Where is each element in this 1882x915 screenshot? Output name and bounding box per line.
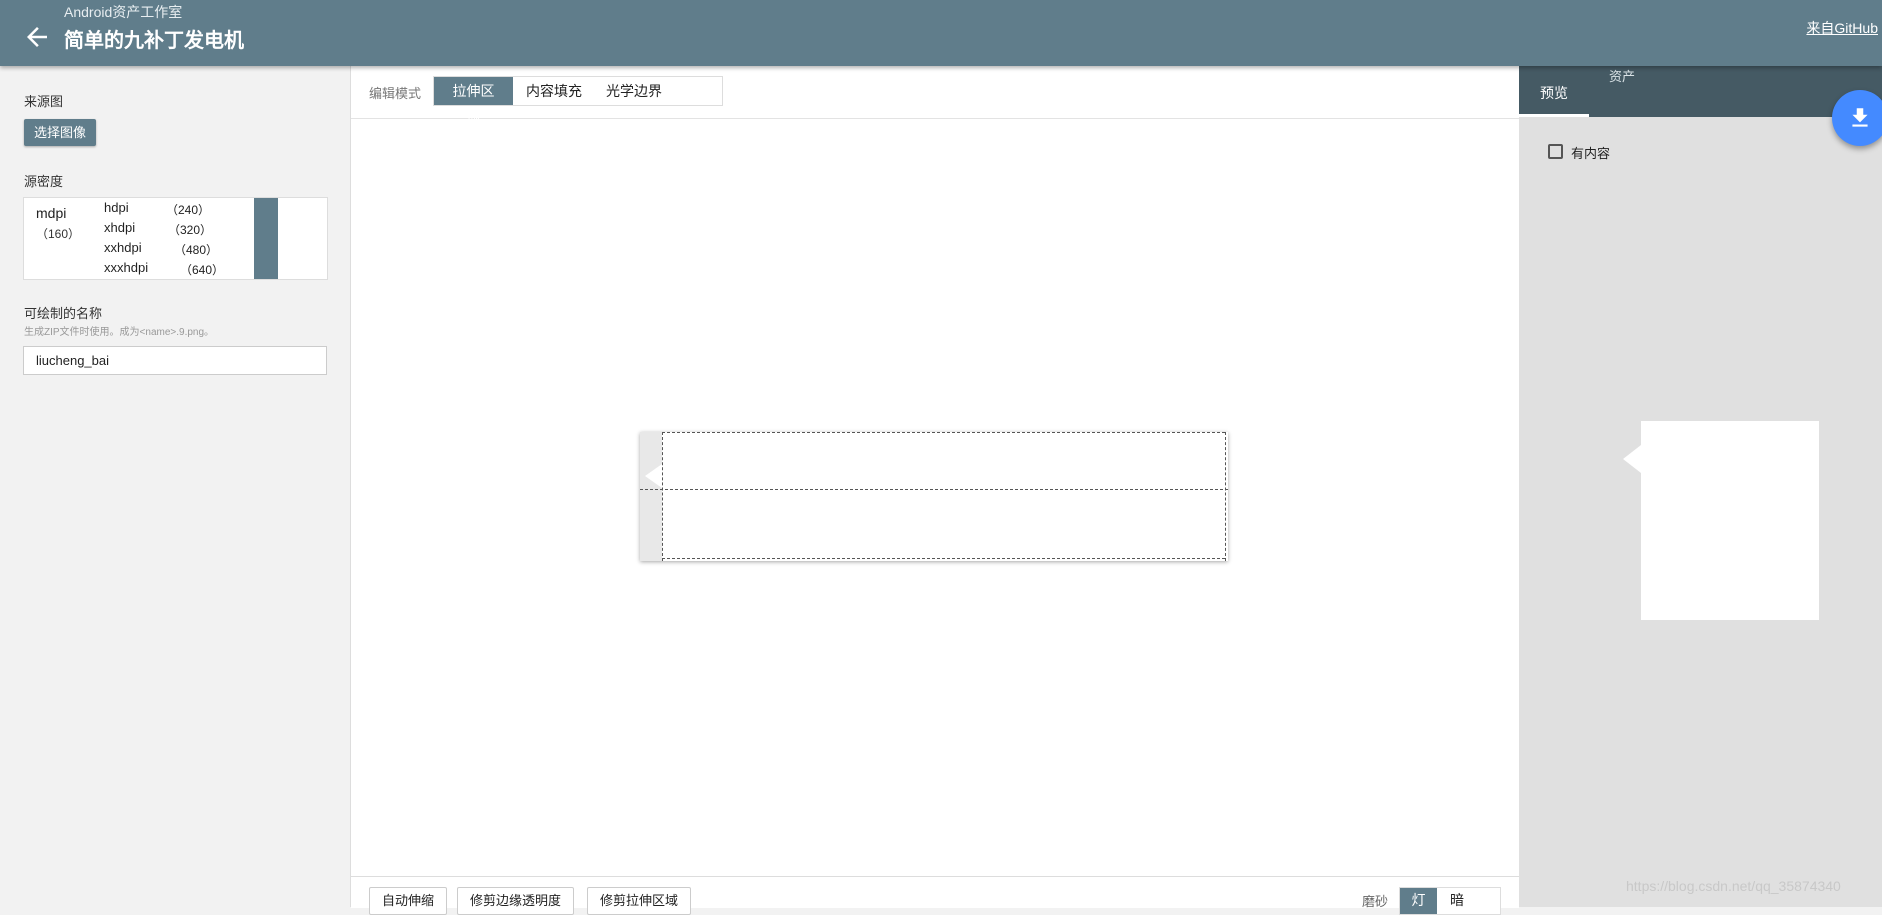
theme-light-option[interactable]: 灯 <box>1400 888 1437 914</box>
auto-stretch-button[interactable]: 自动伸缩 <box>369 887 448 915</box>
watermark: https://blog.csdn.net/qq_35874340 <box>1626 878 1841 894</box>
stretch-guide-horizontal-middle[interactable] <box>640 489 1228 490</box>
tab-assets-label: 资产 <box>1609 69 1636 84</box>
edit-mode-toggle: 拉伸区域 内容填充 光学边界 <box>433 76 723 127</box>
density-name: xxhdpi <box>104 240 142 255</box>
back-button[interactable] <box>22 22 52 52</box>
preview-tabs: 预览 资产 <box>1519 66 1882 117</box>
choose-image-button[interactable]: 选择图像 <box>24 119 97 146</box>
editor-bottom-bar: 自动伸缩 修剪边缘透明度 修剪拉伸区域 磨砂 灯 暗 <box>351 876 1519 915</box>
trim-stretch-region-button[interactable]: 修剪拉伸区域 <box>587 887 692 915</box>
density-option-xhdpi[interactable]: xhdpi （320） <box>104 218 254 238</box>
source-label: 来源图 <box>24 94 64 109</box>
theme-toggle: 灯 暗 <box>1399 887 1501 915</box>
tab-preview[interactable]: 预览 <box>1519 66 1589 117</box>
density-name: hdpi <box>104 200 129 215</box>
ninepatch-canvas[interactable] <box>640 432 1228 561</box>
density-selector[interactable]: mdpi （160） hdpi （240） xhdpi （320） xxhdpi… <box>23 197 328 280</box>
density-name: mdpi <box>36 205 67 221</box>
app-bar: Android资产工作室 简单的九补丁发电机 来自GitHub <box>0 0 1882 66</box>
density-value: （320） <box>168 223 213 237</box>
trim-edge-transparency-button[interactable]: 修剪边缘透明度 <box>457 887 575 915</box>
drawable-name-hint: 生成ZIP文件时使用。成为<name>.9.png。 <box>24 327 215 338</box>
preview-notch <box>1623 445 1641 473</box>
editor-toolbar: 编辑模式 拉伸区域 内容填充 光学边界 <box>351 66 1519 127</box>
drawable-name-label: 可绘制的名称 <box>24 306 103 321</box>
ninepatch-preview <box>1623 421 1819 620</box>
download-icon <box>1852 108 1868 127</box>
drawable-name-input[interactable] <box>23 346 327 375</box>
tab-preview-label: 预览 <box>1540 85 1568 101</box>
density-scrollbar[interactable] <box>254 198 278 279</box>
stretch-guide-horizontal-bottom[interactable] <box>662 558 1225 559</box>
density-value: （640） <box>180 263 225 277</box>
arrow-left-icon <box>27 27 47 47</box>
preview-panel: 预览 资产 有内容 <box>1519 66 1882 907</box>
has-content-checkbox[interactable] <box>1548 144 1563 159</box>
settings-sidebar: 来源图 选择图像 源密度 mdpi （160） hdpi （240） xhdpi… <box>0 66 351 907</box>
stretch-guide-vertical-right[interactable] <box>1225 432 1226 561</box>
stretch-guide-horizontal-top[interactable] <box>662 432 1225 433</box>
density-option-xxhdpi[interactable]: xxhdpi （480） <box>104 238 254 258</box>
tab-assets[interactable]: 资产 <box>1599 66 1669 117</box>
density-value: （480） <box>174 243 219 257</box>
app-subtitle: Android资产工作室 <box>64 4 183 20</box>
density-list: hdpi （240） xhdpi （320） xxhdpi （480） xxxh… <box>104 198 254 278</box>
density-value: （240） <box>166 203 211 217</box>
density-value: （160） <box>36 227 81 241</box>
density-option-mdpi[interactable]: mdpi （160） <box>36 205 86 242</box>
density-option-hdpi[interactable]: hdpi （240） <box>104 198 254 218</box>
image-notch <box>645 464 662 488</box>
density-name: xhdpi <box>104 220 136 235</box>
has-content-label: 有内容 <box>1571 146 1611 161</box>
theme-dark-option[interactable]: 暗 <box>1450 888 1464 914</box>
page-title: 简单的九补丁发电机 <box>64 30 244 52</box>
density-label: 源密度 <box>24 174 64 189</box>
editor-area: 编辑模式 拉伸区域 内容填充 光学边界 自动伸缩 修剪边缘透明度 修剪拉伸区域 … <box>351 66 1519 915</box>
density-name: xxxhdpi <box>104 260 149 275</box>
density-option-xxxhdpi[interactable]: xxxhdpi （640） <box>104 258 254 278</box>
stretch-guide-vertical-left[interactable] <box>662 432 663 561</box>
mode-content-padding[interactable]: 内容填充 <box>526 77 582 105</box>
github-link[interactable]: 来自GitHub <box>1806 18 1878 38</box>
edit-mode-label: 编辑模式 <box>369 86 422 101</box>
download-button[interactable] <box>1832 90 1882 146</box>
mode-optical-bounds[interactable]: 光学边界 <box>606 77 662 105</box>
theme-label: 磨砂 <box>1362 894 1389 909</box>
mode-stretch-region[interactable]: 拉伸区域 <box>434 77 513 127</box>
stretch-guide-left <box>640 432 662 561</box>
